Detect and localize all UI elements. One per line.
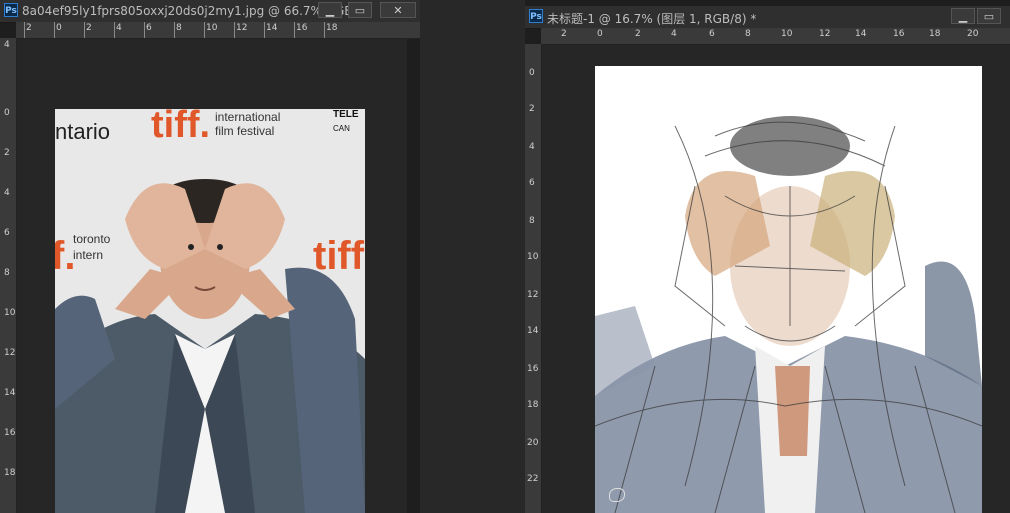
vertical-ruler[interactable]: 0 2 4 6 8 10 12 14 16 18 20 22 [525,44,542,513]
ruler-label: 4 [4,40,10,50]
ruler-label: 2 [26,23,32,33]
ruler-label: 0 [4,108,10,118]
horizontal-ruler[interactable]: 2 0 2 4 6 8 10 12 14 16 18 20 [541,28,1010,45]
sign-tele-text: TELE [333,109,359,120]
ruler-label: 0 [597,29,603,39]
ruler-label: 16 [527,364,539,374]
eye-left [188,244,194,250]
lasso-cursor-icon [609,488,625,502]
sign-intern-text: intern [73,248,103,262]
ruler-label: 10 [4,308,16,318]
ruler-label: 14 [855,29,867,39]
ruler-label: 6 [146,23,152,33]
ruler-label: 22 [527,474,539,484]
ruler-label: 18 [527,400,539,410]
sign-international-text: international [215,110,280,124]
ruler-label: 8 [745,29,751,39]
ruler-label: 6 [709,29,715,39]
ruler-label: 8 [4,268,10,278]
document-title: 8a04ef95ly1fprs805oxxj20ds0j2my1.jpg @ 6… [22,4,369,18]
close-button[interactable]: ✕ [380,2,416,18]
ruler-label: 20 [527,438,539,448]
restore-button[interactable]: ▭ [977,8,1001,24]
sign-toronto-text: toronto [73,232,111,246]
reference-photo: ntario tiff. international film festival… [55,109,365,513]
ruler-label: 12 [4,348,16,358]
ruler-label: 2 [635,29,641,39]
minimize-button[interactable]: ▁ [318,2,342,18]
photoshop-icon: Ps [4,3,18,17]
tiff-logo-right: tiff. [313,234,365,278]
ruler-label: 18 [4,468,16,478]
ruler-label: 10 [527,252,539,262]
ruler-label: 4 [4,188,10,198]
sign-ntario-text: ntario [55,119,110,144]
sketch-drawing [595,116,982,513]
photoshop-icon: Ps [529,9,543,23]
ruler-label: 4 [671,29,677,39]
ruler-label: 2 [529,104,535,114]
ruler-label: 14 [4,388,16,398]
ruler-label: 16 [296,23,308,33]
sketch-skin-patch [775,366,810,456]
ruler-label: 20 [967,29,979,39]
restore-button[interactable]: ▭ [348,2,372,18]
ruler-label: 16 [4,428,16,438]
ruler-label: 0 [529,68,535,78]
ruler-label: 10 [206,23,218,33]
title-bar[interactable]: Ps 未标题-1 @ 16.7% (图层 1, RGB/8) * ▁ ▭ [525,6,1010,29]
ruler-label: 18 [929,29,941,39]
ruler-label: 0 [56,23,62,33]
ruler-label: 4 [116,23,122,33]
ruler-label: 6 [529,178,535,188]
eye-right [217,244,223,250]
ruler-label: 4 [529,142,535,152]
ruler-label: 16 [893,29,905,39]
ruler-label: 2 [4,148,10,158]
minimize-button[interactable]: ▁ [951,8,975,24]
document-window-sketch[interactable]: Ps 未标题-1 @ 16.7% (图层 1, RGB/8) * ▁ ▭ 2 0… [525,0,1010,513]
sketch-document[interactable] [595,66,982,513]
ruler-label: 14 [527,326,539,336]
ruler-label: 6 [4,228,10,238]
ruler-label: 12 [527,290,539,300]
tiff-logo-top: tiff. [151,109,210,146]
ruler-label: 2 [561,29,567,39]
ruler-label: 12 [819,29,831,39]
ruler-label: 8 [176,23,182,33]
ruler-label: 2 [86,23,92,33]
canvas-area[interactable] [542,45,1010,513]
ruler-label: 10 [781,29,793,39]
horizontal-ruler[interactable]: 2 0 2 4 6 8 10 12 14 16 18 [16,22,420,39]
ruler-label: 8 [529,216,535,226]
ruler-label: 18 [326,23,338,33]
vertical-ruler[interactable]: 4 0 2 4 6 8 10 12 14 16 18 [0,38,17,513]
ruler-label: 14 [266,23,278,33]
document-title: 未标题-1 @ 16.7% (图层 1, RGB/8) * [547,12,757,26]
document-window-photo[interactable]: Ps 8a04ef95ly1fprs805oxxj20ds0j2my1.jpg … [0,0,420,513]
canvas-area[interactable]: ntario tiff. international film festival… [17,39,407,513]
ruler-label: 12 [236,23,248,33]
photo-illustration: ntario tiff. international film festival… [55,109,365,513]
title-bar[interactable]: Ps 8a04ef95ly1fprs805oxxj20ds0j2my1.jpg … [0,0,420,23]
sign-film-festival-text: film festival [215,124,274,138]
sign-can-text: CAN [333,124,350,133]
